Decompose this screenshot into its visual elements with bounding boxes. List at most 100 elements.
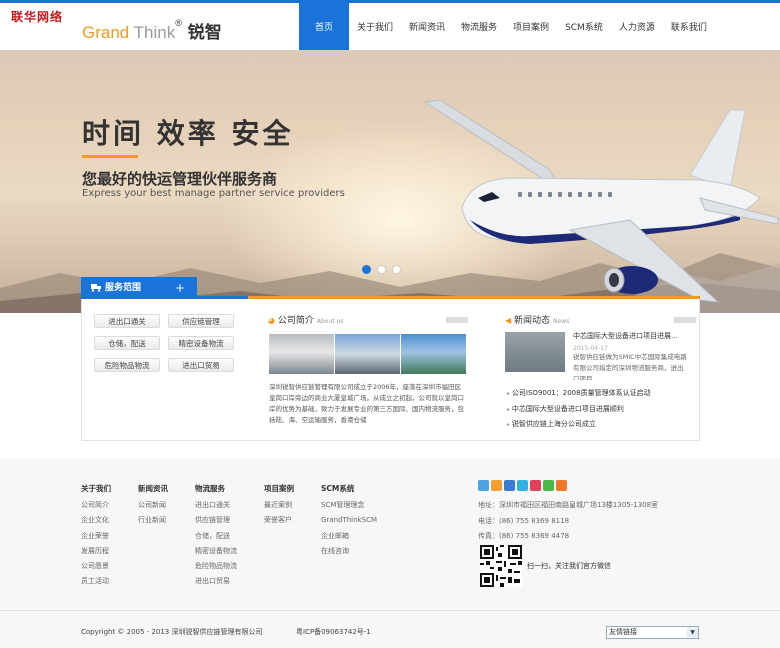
logo-registered: ®: [175, 18, 182, 28]
news-list: 公司ISO9001：2008质量管理体系认证启动 中芯国际大型设备进口项目进展顺…: [507, 386, 697, 433]
footer-link[interactable]: 行业新闻: [138, 513, 168, 528]
megaphone-icon: ◀: [505, 316, 512, 325]
footer-link[interactable]: 企业文化: [81, 513, 111, 528]
banner-subtitle-en: Express your best manage partner service…: [82, 188, 345, 199]
qr-caption: 扫一扫，关注我们官方微信: [527, 562, 611, 570]
service-trade-button[interactable]: 进出口贸易: [168, 358, 234, 372]
footer-link[interactable]: 公司愿景: [81, 559, 111, 574]
news-more-button[interactable]: [674, 317, 696, 323]
chat-icon: ◕: [268, 316, 275, 325]
nav-about[interactable]: 关于我们: [349, 3, 401, 51]
about-heading: ◕ 公司简介 About us: [268, 313, 343, 326]
friend-links-value: 友情链接: [609, 628, 637, 636]
news-featured-title[interactable]: 中芯国际大型设备进口项目进展…: [573, 331, 693, 341]
banner-subtitle: 您最好的快运管理伙伴服务商: [82, 170, 278, 188]
services-tab[interactable]: 服务范围 +: [81, 277, 197, 299]
wechat-qr-code: [480, 545, 522, 587]
footer-divider: [0, 610, 780, 611]
carousel-dot-1[interactable]: [362, 265, 371, 274]
news-list-item[interactable]: 锐智供应链上海分公司成立: [507, 417, 697, 433]
warehouse-photo: [269, 334, 334, 374]
carousel-dot-2[interactable]: [377, 265, 386, 274]
footer-col-head[interactable]: 关于我们: [81, 483, 111, 498]
about-title: 公司简介: [277, 316, 314, 326]
expand-plus-icon[interactable]: +: [175, 277, 185, 299]
port-photo: [401, 334, 466, 374]
footer-link[interactable]: 进出口通关: [195, 498, 237, 513]
banner-accent-bar: [82, 155, 138, 158]
logo[interactable]: Grand Think® 锐智: [82, 18, 222, 43]
footer-col-logistics: 物流服务 进出口通关 供应链管理 仓储，配送 精密设备物流 危险物品物流 进出口…: [195, 483, 237, 590]
services-grid: 进出口通关 供应链管理 仓储，配送 精密设备物流 危险物品物流 进出口贸易: [94, 314, 234, 372]
footer-link[interactable]: 在线咨询: [321, 544, 377, 559]
service-customs-button[interactable]: 进出口通关: [94, 314, 160, 328]
banner-title: 时间 效率 安全: [82, 117, 294, 150]
share-icon[interactable]: [556, 480, 567, 491]
about-images: [269, 334, 466, 374]
footer-link[interactable]: 公司新闻: [138, 498, 168, 513]
footer-col-head[interactable]: 新闻资讯: [138, 483, 168, 498]
nav-contact[interactable]: 联系我们: [663, 3, 715, 51]
footer-link[interactable]: 企业邮箱: [321, 529, 377, 544]
service-dangerous-goods-button[interactable]: 危险物品物流: [94, 358, 160, 372]
nav-scm[interactable]: SCM系统: [557, 3, 611, 51]
about-title-en: About us: [316, 318, 344, 325]
footer-link[interactable]: 企业荣誉: [81, 529, 111, 544]
friend-links-select[interactable]: 友情链接 ▼: [606, 626, 699, 639]
social-share-icons: [478, 480, 567, 491]
footer-col-head[interactable]: 项目案例: [264, 483, 294, 498]
footer-col-scm: SCM系统 SCM管理理念 GrandThinkSCM 企业邮箱 在线咨询: [321, 483, 377, 559]
share-icon[interactable]: [543, 480, 554, 491]
service-warehousing-button[interactable]: 仓储，配送: [94, 336, 160, 350]
share-icon[interactable]: [530, 480, 541, 491]
share-icon[interactable]: [478, 480, 489, 491]
nav-cases[interactable]: 项目案例: [505, 3, 557, 51]
news-featured-date: 2015-04-17: [573, 345, 608, 352]
carousel-dots: [362, 265, 401, 274]
services-tab-label: 服务范围: [105, 283, 142, 293]
service-supply-chain-button[interactable]: 供应链管理: [168, 314, 234, 328]
carousel-dot-3[interactable]: [392, 265, 401, 274]
footer-phone: 电话：(86) 755 8369 8118: [478, 517, 570, 525]
footer-link[interactable]: GrandThinkSCM: [321, 513, 377, 528]
nav-home[interactable]: 首页: [299, 3, 349, 51]
footer-col-head[interactable]: 物流服务: [195, 483, 237, 498]
footer-link[interactable]: 仓储，配送: [195, 529, 237, 544]
footer-link[interactable]: 最近案例: [264, 498, 294, 513]
logo-grand: Grand: [82, 23, 130, 42]
about-more-button[interactable]: [446, 317, 468, 323]
main-nav: 首页 关于我们 新闻资讯 物流服务 项目案例 SCM系统 人力资源 联系我们: [299, 3, 715, 51]
footer-link[interactable]: 员工活动: [81, 574, 111, 589]
news-featured-desc: 锐智供应链做为SMIC中芯国际集成电路有限公司指定的深圳物流服务商，进出口项目: [573, 353, 687, 380]
service-precision-button[interactable]: 精密设备物流: [168, 336, 234, 350]
footer-col-head[interactable]: SCM系统: [321, 483, 377, 498]
news-featured-image[interactable]: [505, 332, 565, 372]
news-list-item[interactable]: 中芯国际大型设备进口项目进展顺利: [507, 402, 697, 418]
footer-col-about: 关于我们 公司简介 企业文化 企业荣誉 发展历程 公司愿景 员工活动: [81, 483, 111, 590]
footer-link[interactable]: 精密设备物流: [195, 544, 237, 559]
footer-link[interactable]: 供应链管理: [195, 513, 237, 528]
footer-address: 地址：深圳市福田区福田南路皇城广场13楼1305-1308室: [478, 501, 659, 509]
icp-number[interactable]: 粤ICP备09063742号-1: [296, 627, 371, 637]
footer-link[interactable]: SCM管理理念: [321, 498, 377, 513]
footer-link[interactable]: 进出口贸易: [195, 574, 237, 589]
nav-hr[interactable]: 人力资源: [611, 3, 663, 51]
news-list-item[interactable]: 公司ISO9001：2008质量管理体系认证启动: [507, 386, 697, 402]
footer-col-news: 新闻资讯 公司新闻 行业新闻: [138, 483, 168, 529]
share-icon[interactable]: [491, 480, 502, 491]
chevron-down-icon[interactable]: ▼: [687, 627, 698, 638]
footer-link[interactable]: 荣誉客户: [264, 513, 294, 528]
footer-link[interactable]: 发展历程: [81, 544, 111, 559]
footer-link[interactable]: 公司简介: [81, 498, 111, 513]
copyright: Copyright © 2005 - 2013 深圳锐智供应链管理有限公司: [81, 628, 263, 636]
footer-fax: 传真：(86) 755 8369 4478: [478, 532, 570, 540]
footer-link[interactable]: 危险物品物流: [195, 559, 237, 574]
share-icon[interactable]: [517, 480, 528, 491]
airplane-image: [423, 99, 779, 303]
nav-logistics[interactable]: 物流服务: [453, 3, 505, 51]
page: 联华网络 Grand Think® 锐智 首页 关于我们 新闻资讯 物流服务 项…: [0, 0, 780, 648]
share-icon[interactable]: [504, 480, 515, 491]
about-text: 深圳锐智供应链管理有限公司成立于2006年，座落在深圳市福田区皇岗口岸旁边的商业…: [269, 383, 464, 424]
nav-news[interactable]: 新闻资讯: [401, 3, 453, 51]
logo-think: Think: [129, 23, 176, 42]
